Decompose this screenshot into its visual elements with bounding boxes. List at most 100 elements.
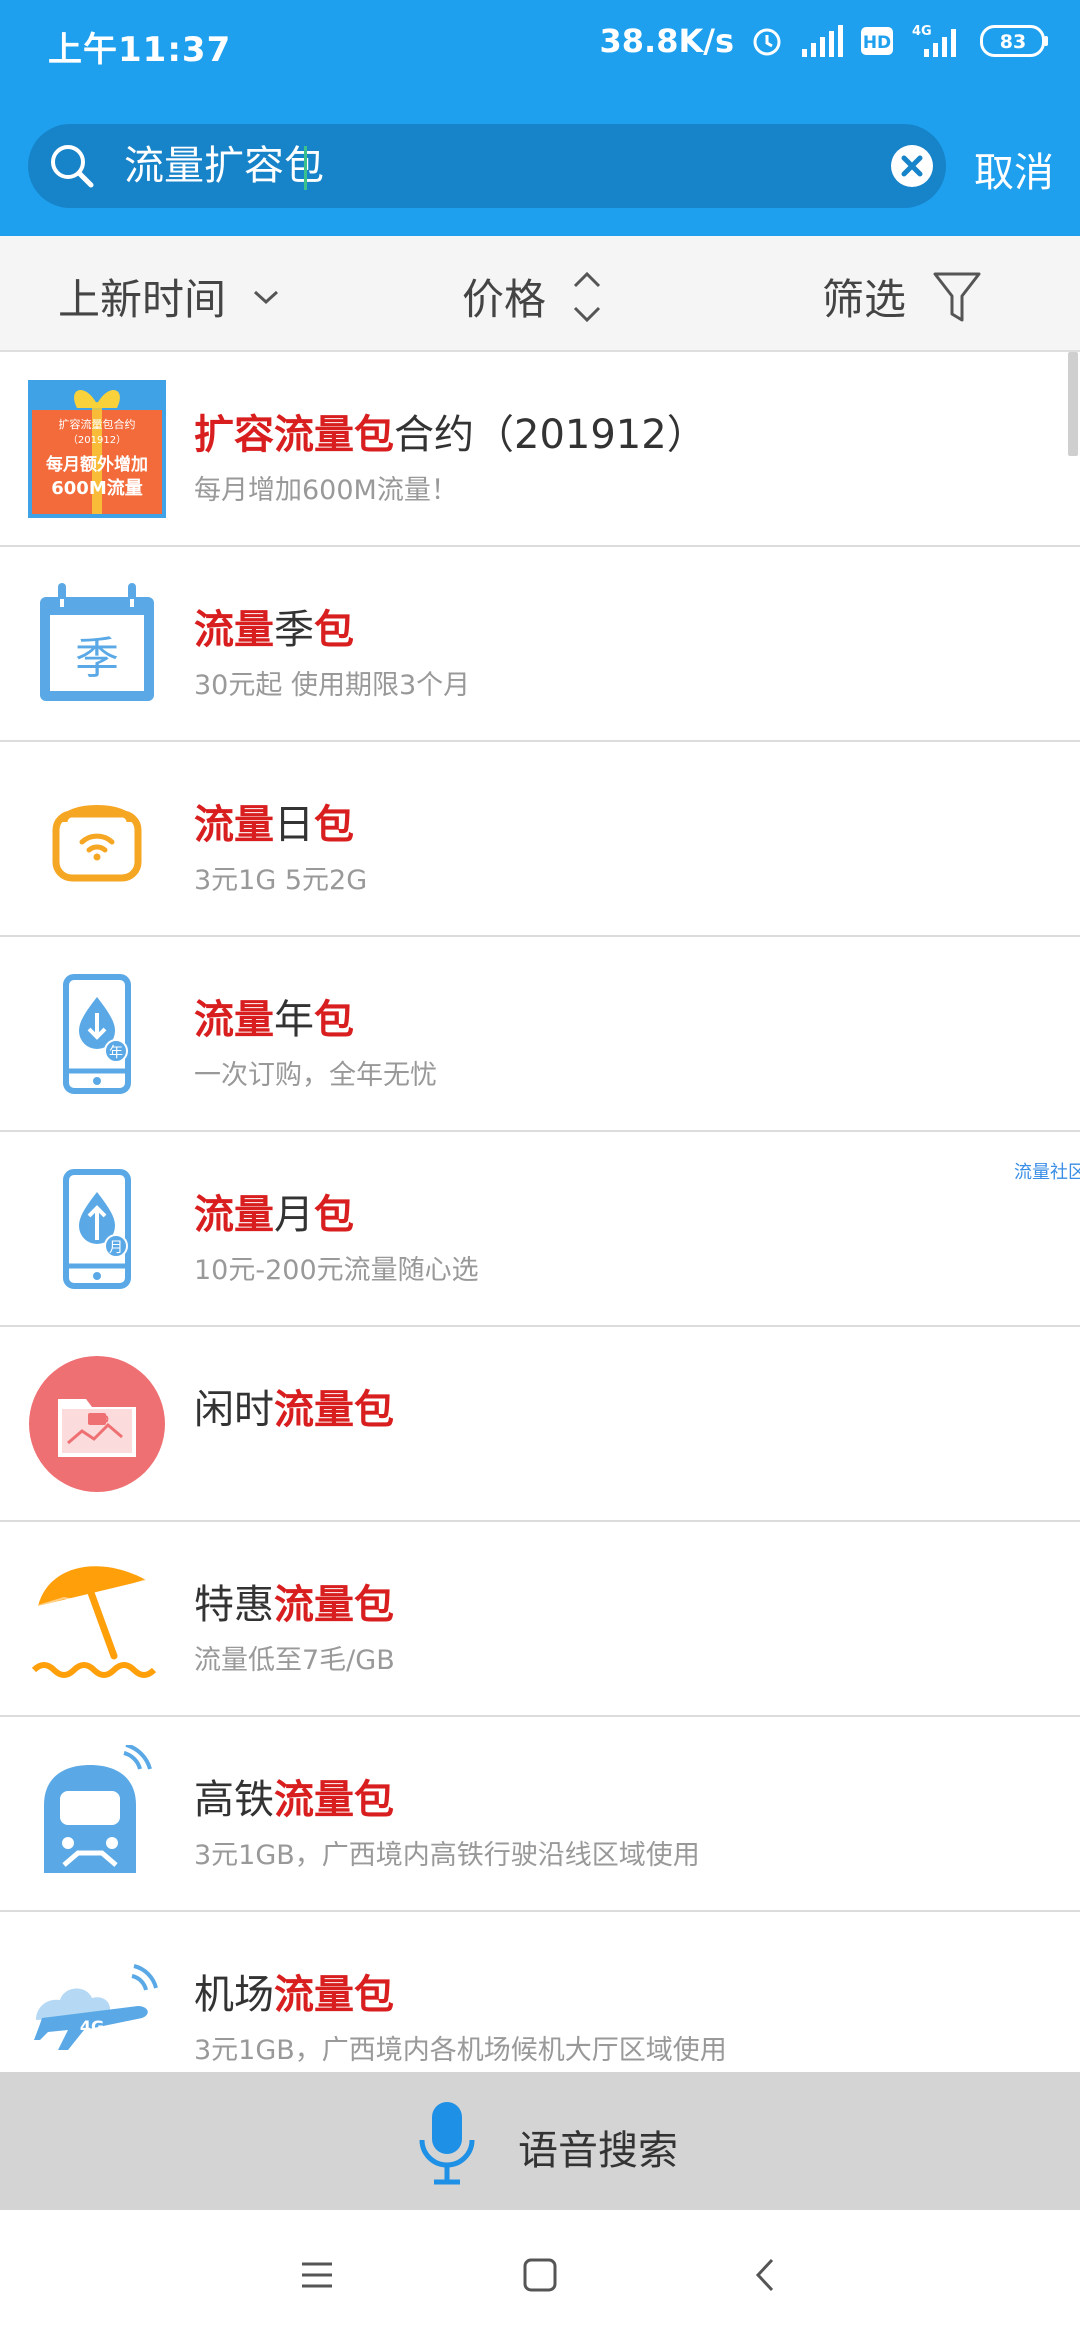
list-item[interactable]: 流量日包 3元1G 5元2G <box>0 742 1080 937</box>
badge-line-2: （201912） <box>68 434 126 446</box>
title-highlight: 流量包 <box>274 1777 394 1823</box>
voice-search-label: 语音搜索 <box>518 2128 678 2174</box>
item-subtitle: 流量低至7毛/GB <box>194 1645 395 1676</box>
title-highlight-2: 包 <box>314 802 354 848</box>
badge-line-1: 扩容流量包合约 <box>59 417 136 431</box>
status-icons: 38.8K/s HD 4G 83 <box>600 22 1050 60</box>
title-highlight-2: 包 <box>314 607 354 653</box>
list-item[interactable]: 高铁流量包 3元1GB，广西境内高铁行驶沿线区域使用 <box>0 1717 1080 1912</box>
badge-line-4: 600M流量 <box>51 477 143 499</box>
title-highlight: 流量 <box>194 1192 274 1238</box>
item-title: 流量年包 <box>194 987 354 1045</box>
back-icon[interactable] <box>742 2250 792 2300</box>
airplane-icon: 4G <box>28 1940 166 2072</box>
filter-label: 筛选 <box>822 275 907 324</box>
status-time: 上午11:37 <box>48 30 232 70</box>
list-item[interactable]: 年 流量年包 一次订购，全年无忧 <box>0 937 1080 1132</box>
system-nav-bar <box>0 2210 1080 2340</box>
sort-by-price-label: 价格 <box>462 275 547 324</box>
sort-by-new-label: 上新时间 <box>58 275 227 324</box>
leisure-folder-icon <box>28 1355 166 1493</box>
badge-line-3: 每月额外增加 <box>46 454 148 475</box>
title-highlight: 流量 <box>194 802 274 848</box>
scrollbar-thumb[interactable] <box>1068 352 1078 456</box>
item-title: 特惠流量包 <box>194 1572 394 1630</box>
title-highlight: 流量包 <box>274 1582 394 1628</box>
title-highlight-2: 包 <box>314 1192 354 1238</box>
calendar-icon: 季 <box>28 575 166 713</box>
funnel-icon <box>933 272 981 321</box>
item-subtitle: 10元-200元流量随心选 <box>194 1255 479 1286</box>
phone-year-icon: 年 <box>28 965 166 1103</box>
item-title: 闲时流量包 <box>194 1377 394 1435</box>
filter-button[interactable]: 筛选 <box>822 266 982 327</box>
title-highlight: 流量 <box>194 997 274 1043</box>
sort-by-price-button[interactable]: 价格 <box>462 266 602 327</box>
network-4g-icon: 4G <box>910 23 964 59</box>
item-subtitle: 3元1G 5元2G <box>194 865 368 896</box>
text-cursor <box>304 146 307 190</box>
title-highlight-2: 包 <box>314 997 354 1043</box>
item-title: 流量日包 <box>194 792 354 850</box>
title-highlight: 流量 <box>194 607 274 653</box>
search-box[interactable] <box>28 124 946 208</box>
network-label: 4G <box>912 24 932 39</box>
item-subtitle: 一次订购，全年无忧 <box>194 1060 437 1091</box>
menu-icon[interactable] <box>292 2250 342 2300</box>
list-item[interactable]: 扩容流量包合约 （201912） 每月额外增加 600M流量 扩容流量包合约（2… <box>0 352 1080 547</box>
list-item[interactable]: 特惠流量包 流量低至7毛/GB <box>0 1522 1080 1717</box>
chevron-down-icon <box>254 290 279 304</box>
title-text: 闲时 <box>194 1387 274 1433</box>
battery-icon: 83 <box>980 25 1050 57</box>
umbrella-icon <box>28 1550 166 1688</box>
item-title: 高铁流量包 <box>194 1767 394 1825</box>
plane-tag: 4G <box>80 2017 104 2036</box>
item-subtitle: 3元1GB，广西境内高铁行驶沿线区域使用 <box>194 1840 700 1871</box>
train-icon <box>28 1745 166 1883</box>
title-text: 特惠 <box>194 1582 274 1628</box>
net-speed: 38.8K/s <box>599 22 734 60</box>
list-item[interactable]: 闲时流量包 <box>0 1327 1080 1522</box>
title-text: 月 <box>274 1192 314 1238</box>
item-subtitle: 每月增加600M流量！ <box>194 475 458 506</box>
cancel-button[interactable]: 取消 <box>974 140 1054 198</box>
title-text: 季 <box>274 607 314 653</box>
hd-icon: HD <box>860 26 894 56</box>
title-text: 高铁 <box>194 1777 274 1823</box>
alarm-icon <box>750 24 784 58</box>
item-title: 机场流量包 <box>194 1962 394 2020</box>
phone-tag: 月 <box>109 1240 123 1256</box>
list-item[interactable]: 4G 机场流量包 3元1GB，广西境内各机场候机大厅区域使用 <box>0 1912 1080 2072</box>
phone-tag: 年 <box>109 1045 123 1061</box>
title-text: 合约（201912） <box>394 412 707 458</box>
filter-bar: 上新时间 价格 筛选 <box>0 236 1080 352</box>
search-icon <box>51 145 94 188</box>
item-title: 扩容流量包合约（201912） <box>194 402 707 460</box>
wifi-bag-icon <box>28 770 166 908</box>
app-header: 上午11:37 38.8K/s HD 4G 83 取消 <box>0 0 1080 236</box>
sort-by-new-button[interactable]: 上新时间 <box>58 266 280 327</box>
promo-badge-icon: 扩容流量包合约 （201912） 每月额外增加 600M流量 <box>28 380 166 518</box>
list-item[interactable]: 季 流量季包 30元起 使用期限3个月 <box>0 547 1080 742</box>
item-title: 流量季包 <box>194 597 354 655</box>
item-subtitle: 30元起 使用期限3个月 <box>194 670 471 701</box>
signal-icon <box>800 25 844 57</box>
hd-text: HD <box>863 33 891 53</box>
sort-updown-icon <box>573 271 601 322</box>
voice-search-button[interactable]: 语音搜索 <box>0 2072 1080 2210</box>
clear-icon[interactable] <box>890 144 934 188</box>
microphone-icon <box>419 2102 475 2185</box>
item-subtitle: 3元1GB，广西境内各机场候机大厅区域使用 <box>194 2035 727 2066</box>
title-highlight: 流量包 <box>274 1387 394 1433</box>
title-text: 日 <box>274 802 314 848</box>
title-highlight: 扩容流量包 <box>194 412 394 458</box>
result-list: 扩容流量包合约 （201912） 每月额外增加 600M流量 扩容流量包合约（2… <box>0 352 1080 2072</box>
list-item[interactable]: 月 流量月包 10元-200元流量随心选 <box>0 1132 1080 1327</box>
battery-level: 83 <box>1000 31 1026 53</box>
status-bar: 上午11:37 38.8K/s HD 4G 83 <box>0 0 1080 90</box>
calendar-char: 季 <box>75 633 119 684</box>
title-text: 机场 <box>194 1972 274 2018</box>
community-floating-link[interactable]: 流量社区 <box>1014 1158 1080 1184</box>
home-icon[interactable] <box>515 2250 565 2300</box>
search-input[interactable] <box>124 134 884 198</box>
